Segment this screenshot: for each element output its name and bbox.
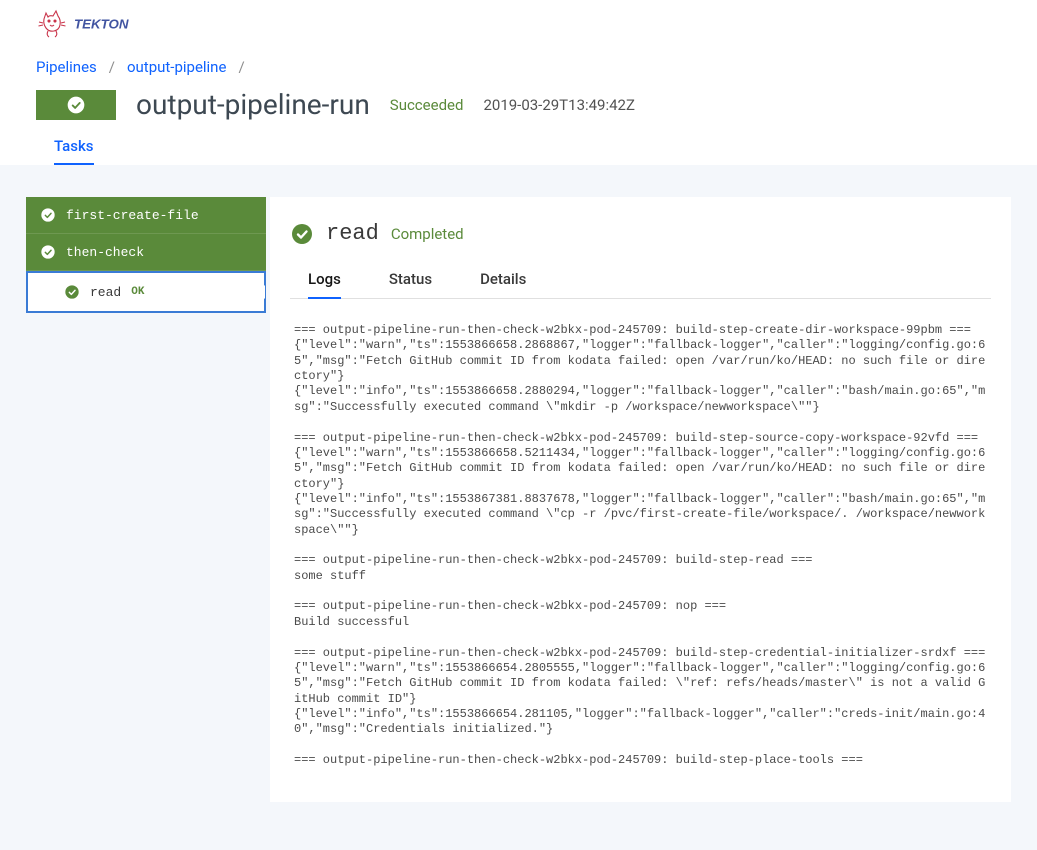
task-then-check[interactable]: then-check [26, 234, 266, 271]
tekton-cat-icon [36, 8, 68, 40]
top-tabs: Tasks [36, 129, 1001, 165]
check-circle-icon [40, 207, 56, 223]
tab-tasks[interactable]: Tasks [54, 129, 94, 165]
logo[interactable]: TEKTON [36, 8, 174, 40]
step-detail-status: Completed [391, 225, 464, 243]
breadcrumb-output-pipeline[interactable]: output-pipeline [127, 58, 226, 76]
task-label: then-check [66, 245, 144, 260]
breadcrumb-separator: / [238, 58, 244, 76]
check-circle-icon [290, 222, 314, 246]
breadcrumb-separator: / [109, 58, 115, 76]
run-timestamp: 2019-03-29T13:49:42Z [483, 96, 635, 114]
check-circle-icon [66, 95, 86, 115]
run-status-chip [36, 90, 116, 120]
svg-text:TEKTON: TEKTON [74, 16, 129, 31]
tab-details[interactable]: Details [480, 264, 526, 298]
task-sidebar: first-create-file then-check read OK [26, 197, 266, 313]
step-label: read [90, 285, 121, 300]
step-detail-title: read [326, 221, 379, 246]
tab-status[interactable]: Status [389, 264, 432, 298]
logo-row: TEKTON [36, 0, 1001, 48]
log-output: === output-pipeline-run-then-check-w2bkx… [290, 299, 991, 778]
content-panel: read Completed Logs Status Details === o… [270, 197, 1011, 802]
task-label: first-create-file [66, 208, 199, 223]
run-status-text: Succeeded [390, 96, 464, 114]
main-area: first-create-file then-check read OK rea… [0, 165, 1037, 834]
check-circle-icon [40, 244, 56, 260]
check-circle-icon [64, 284, 80, 300]
tab-logs[interactable]: Logs [308, 264, 341, 298]
content-title-row: read Completed [290, 221, 991, 246]
run-title: output-pipeline-run [136, 88, 370, 121]
tekton-wordmark-icon: TEKTON [74, 14, 174, 34]
task-first-create-file[interactable]: first-create-file [26, 197, 266, 234]
header: TEKTON Pipelines / output-pipeline / out… [0, 0, 1037, 165]
step-status: OK [131, 286, 144, 298]
breadcrumb: Pipelines / output-pipeline / [36, 48, 1001, 84]
breadcrumb-pipelines[interactable]: Pipelines [36, 58, 97, 76]
step-read[interactable]: read OK [26, 271, 266, 313]
title-row: output-pipeline-run Succeeded 2019-03-29… [36, 84, 1001, 123]
sub-tabs: Logs Status Details [290, 264, 991, 299]
